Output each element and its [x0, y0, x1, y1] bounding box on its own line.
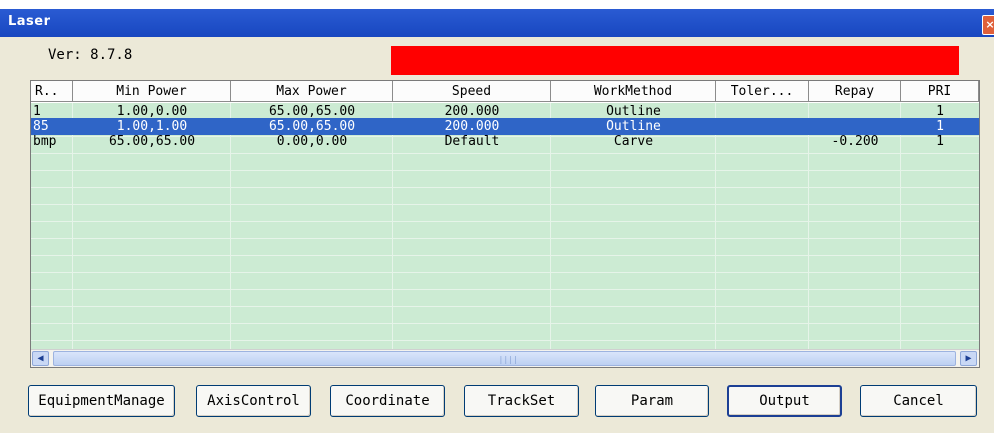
- coordinate-button[interactable]: Coordinate: [330, 385, 445, 417]
- grip-icon: ||||: [498, 355, 518, 364]
- window-title: Laser: [8, 14, 51, 29]
- output-button[interactable]: Output: [727, 385, 842, 417]
- axis-control-button[interactable]: AxisControl: [196, 385, 311, 417]
- grid-row-line: [31, 204, 979, 205]
- grid-row-line: [31, 289, 979, 290]
- version-label: Ver: 8.7.8: [48, 47, 133, 63]
- grid-row-line: [31, 272, 979, 273]
- table-cell: 65.00,65.00: [108, 134, 196, 149]
- track-set-button[interactable]: TrackSet: [464, 385, 579, 417]
- scroll-left-icon[interactable]: ◀: [32, 351, 49, 366]
- table-cell: Default: [444, 134, 500, 149]
- table-cell: [716, 133, 809, 150]
- table-cell: 1: [936, 134, 944, 149]
- grid-row-line: [31, 170, 979, 171]
- column-header[interactable]: Toler...: [716, 81, 809, 102]
- param-button[interactable]: Param: [595, 385, 709, 417]
- horizontal-scrollbar[interactable]: ◀ |||| ▶: [31, 349, 979, 367]
- grid-row-line: [31, 255, 979, 256]
- close-icon[interactable]: ×: [982, 15, 994, 35]
- column-header[interactable]: Max Power: [231, 81, 393, 102]
- cancel-button[interactable]: Cancel: [860, 385, 977, 417]
- grid-row-line: [31, 238, 979, 239]
- layer-table[interactable]: R.. Min Power Max Power Speed WorkMethod Tole…: [30, 80, 980, 368]
- column-header[interactable]: Repay: [809, 81, 901, 102]
- table-cell: -0.200: [831, 134, 879, 149]
- column-header[interactable]: WorkMethod: [551, 81, 716, 102]
- table-cell: 0.00,0.00: [276, 134, 348, 149]
- grid-row-line: [31, 306, 979, 307]
- table-cell: Carve: [613, 134, 654, 149]
- equipment-manage-button[interactable]: EquipmentManage: [28, 385, 175, 417]
- column-header[interactable]: PRI: [901, 81, 979, 102]
- table-row[interactable]: bmp 65.00,65.00 0.00,0.00 Default Carve -0.20…: [31, 133, 979, 150]
- grid-row-line: [31, 340, 979, 341]
- grid-row-line: [31, 187, 979, 188]
- column-header[interactable]: Speed: [393, 81, 551, 102]
- scroll-right-icon[interactable]: ▶: [960, 351, 977, 366]
- scrollbar-thumb[interactable]: ||||: [53, 351, 956, 366]
- grid-row-line: [31, 153, 979, 154]
- column-header[interactable]: Min Power: [73, 81, 231, 102]
- grid-row-line: [31, 323, 979, 324]
- grid-row-line: [31, 221, 979, 222]
- column-header[interactable]: R..: [31, 81, 73, 102]
- laser-window: Laser × Ver: 8.7.8 R.. Min Power Max Power…: [0, 0, 994, 433]
- table-header: R.. Min Power Max Power Speed WorkMethod Tole…: [31, 81, 979, 103]
- title-bar[interactable]: Laser ×: [0, 0, 994, 37]
- status-indicator: [391, 46, 959, 75]
- table-cell: bmp: [33, 134, 57, 149]
